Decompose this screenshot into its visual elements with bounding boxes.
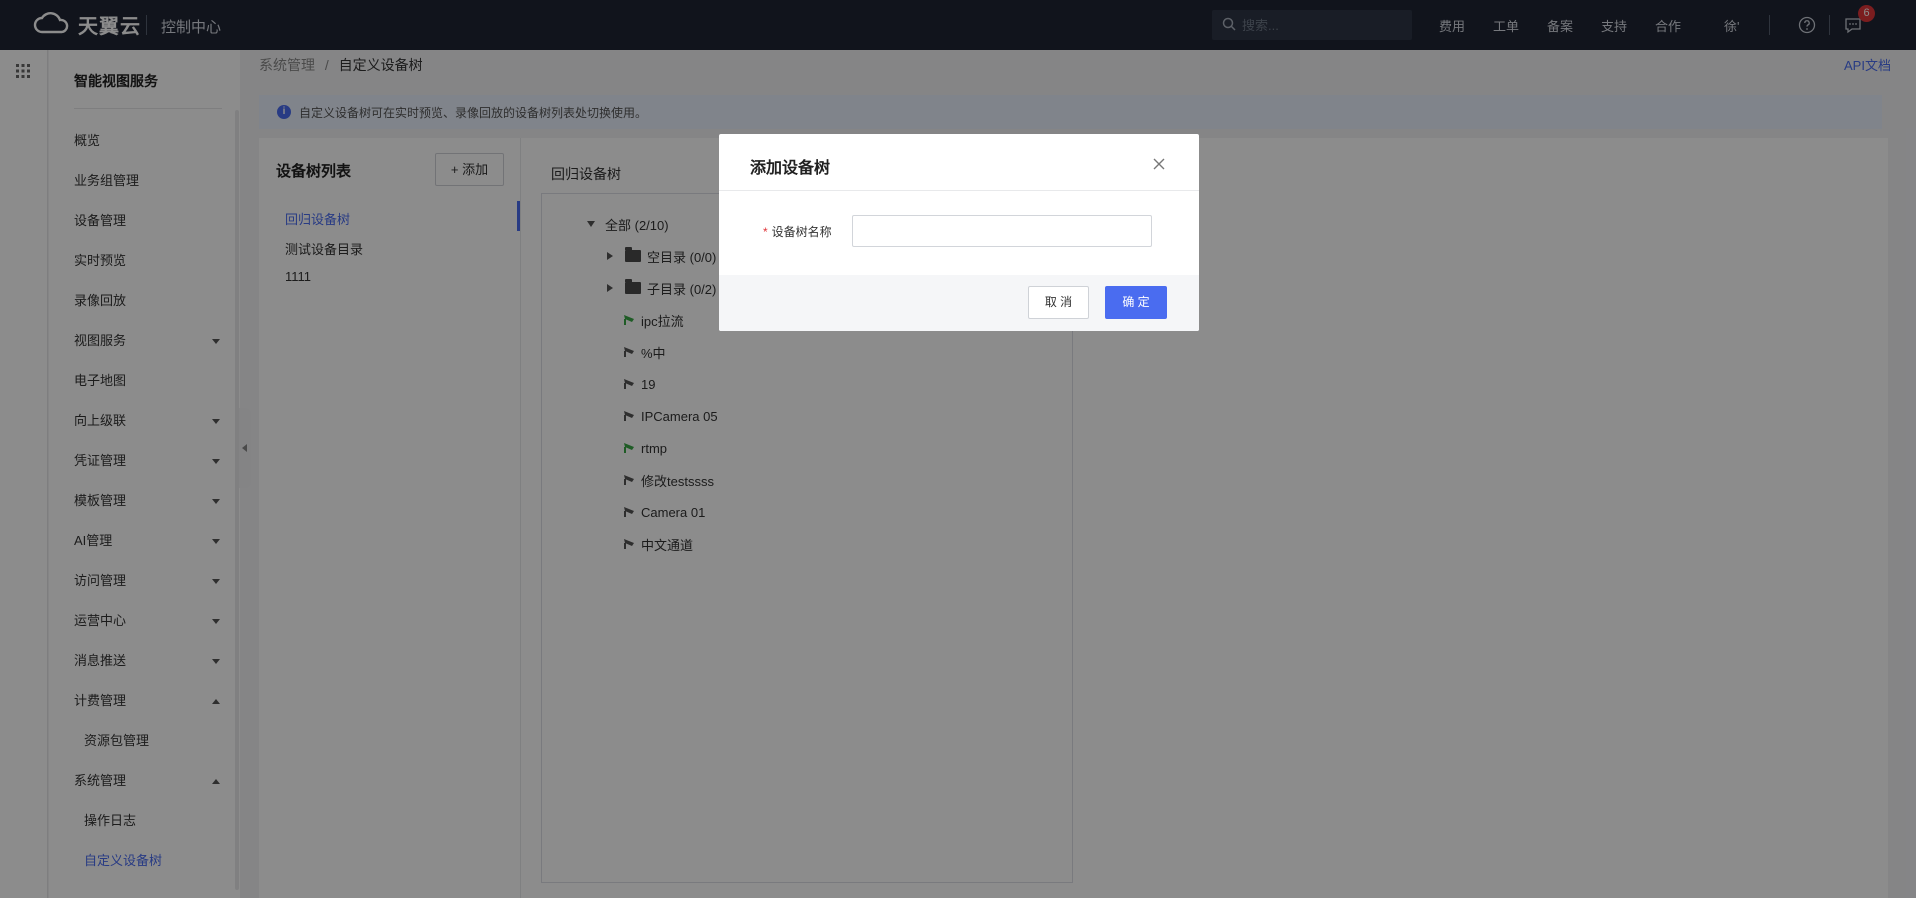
add-tree-dialog: 添加设备树 * 设备树名称 取 消 确 定 — [719, 134, 1199, 331]
tree-name-input[interactable] — [852, 215, 1152, 247]
divider — [719, 190, 1199, 191]
cancel-button[interactable]: 取 消 — [1028, 286, 1089, 319]
dialog-title: 添加设备树 — [750, 160, 831, 177]
field-label: * 设备树名称 — [763, 223, 832, 240]
required-mark: * — [763, 225, 768, 239]
confirm-button[interactable]: 确 定 — [1105, 286, 1167, 319]
field-label-text: 设备树名称 — [771, 225, 832, 239]
close-icon[interactable] — [1151, 156, 1167, 172]
